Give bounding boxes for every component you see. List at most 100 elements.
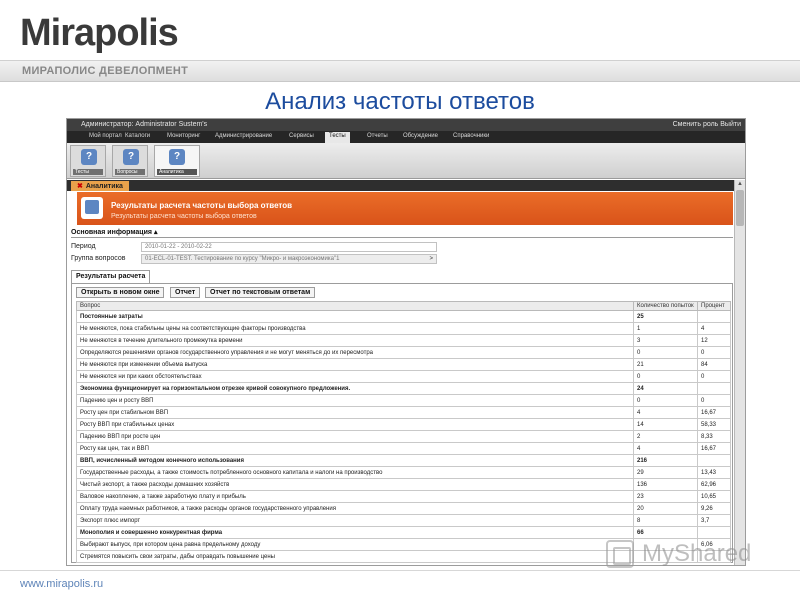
period-label: Период [71,243,96,250]
toolbar-tests-button[interactable]: ? Тесты [70,145,106,177]
change-role-link[interactable]: Сменить роль Выйти [673,121,741,128]
percent-cell: 8,33 [697,430,731,443]
question-cell: Падению ВВП при росте цен [76,430,634,443]
scroll-up-icon[interactable]: ▲ [737,181,743,187]
table-row[interactable]: Росту как цен, так и ВВП 4 16,67 [76,442,731,455]
table-row[interactable]: ВВП, исчисленный методом конечного испол… [76,454,731,467]
percent-cell: 0 [697,346,731,359]
question-cell: Не меняются при изменении объема выпуска [76,358,634,371]
table-row[interactable]: Не меняются в течение длительного промеж… [76,334,731,347]
nav-item-catalogs[interactable]: Каталоги [125,133,150,139]
attempts-cell: 29 [633,466,698,479]
column-header-percent[interactable]: Процент [697,301,731,311]
table-row[interactable]: Валовое накопление, а также заработную п… [76,490,731,503]
collapse-arrow-icon: ▴ [153,229,158,236]
table-row[interactable]: Не меняются ни при каких обстоятельствах… [76,370,731,383]
vertical-scrollbar[interactable]: ▲ [734,180,745,565]
myshared-watermark: MyShared [606,538,766,572]
period-field[interactable]: 2010-01-22 - 2010-02-22 [141,242,437,252]
page-header-title: Результаты расчета частоты выбора ответо… [111,201,293,210]
percent-cell [697,526,731,539]
footer-url[interactable]: www.mirapolis.ru [20,578,103,590]
percent-cell: 13,43 [697,466,731,479]
app-screenshot: Администратор: Administrator Sustem's См… [66,118,746,566]
analytics-icon: ? [169,149,185,165]
attempts-cell: 0 [633,394,698,407]
percent-cell [697,310,731,323]
close-icon[interactable]: ✖ [77,183,83,190]
nav-item-services[interactable]: Сервисы [289,133,314,139]
table-row[interactable]: Падению цен и росту ВВП 0 0 [76,394,731,407]
toolbar-questions-label: Вопросы [115,169,145,175]
percent-cell [697,454,731,467]
table-header-row: Вопрос Количество попыток Процент [76,301,731,311]
attempts-cell: 66 [633,526,698,539]
tab-results[interactable]: Результаты расчета [71,270,151,283]
divider [71,237,733,238]
toolbar-analytics-button[interactable]: ? Аналитика [154,145,200,177]
column-header-attempts[interactable]: Количество попыток [633,301,698,311]
questions-icon: ? [123,149,139,165]
attempts-cell: 14 [633,418,698,431]
nav-item-monitoring[interactable]: Мониторинг [167,133,200,139]
analytics-header-icon [81,197,103,219]
footer-divider [0,570,800,571]
table-row[interactable]: Росту цен при стабильном ВВП 4 16,67 [76,406,731,419]
admin-label: Администратор: Administrator Sustem's [81,121,208,128]
table-row[interactable]: Постоянные затраты 25 [76,310,731,323]
percent-cell: 16,67 [697,442,731,455]
open-new-window-button[interactable]: Открыть в новом окне [76,287,165,298]
question-cell: Росту ВВП при стабильных ценах [76,418,634,431]
table-row[interactable]: Государственные расходы, а также стоимос… [76,466,731,479]
percent-cell: 9,26 [697,502,731,515]
table-row[interactable]: Монополия и совершенно конкурентная фирм… [76,526,731,539]
toolbar-questions-button[interactable]: ? Вопросы [112,145,148,177]
attempts-cell: 25 [633,310,698,323]
scrollbar-thumb[interactable] [736,190,744,226]
tab-analytics-label: Аналитика [85,183,123,190]
table-row[interactable]: Росту ВВП при стабильных ценах 14 58,33 [76,418,731,431]
nav-item-tests[interactable]: Тесты [325,132,350,143]
nav-item-portal[interactable]: Мой портал [89,133,122,139]
table-row[interactable]: Не меняются при изменении объема выпуска… [76,358,731,371]
tab-analytics[interactable]: ✖ Аналитика [71,181,129,191]
question-group-label: Группа вопросов [71,255,126,262]
main-info-heading[interactable]: Основная информация ▴ [71,228,157,236]
page-header-subtitle: Результаты расчета частоты выбора ответо… [111,213,257,220]
results-table: Вопрос Количество попыток Процент Постоя… [76,301,731,563]
table-row[interactable]: Определяются решениями органов государст… [76,346,731,359]
report-button[interactable]: Отчет [170,287,201,298]
chevron-right-icon[interactable]: > [429,256,433,262]
percent-cell [697,382,731,395]
text-answers-report-button[interactable]: Отчет по текстовым ответам [205,287,316,298]
results-panel: Открыть в новом окне Отчет Отчет по текс… [71,283,733,563]
table-row[interactable]: Экономика функционирует на горизонтально… [76,382,731,395]
percent-cell: 16,67 [697,406,731,419]
table-row[interactable]: Падению ВВП при росте цен 2 8,33 [76,430,731,443]
question-cell: Чистый экспорт, а также расходы домашних… [76,478,634,491]
section-tabbar: ✖ Аналитика [67,180,735,191]
myshared-logo-icon [606,540,634,568]
question-group-field[interactable]: 01-ECL-01-TEST. Тестирование по курсу "М… [141,254,437,264]
table-row[interactable]: Чистый экспорт, а также расходы домашних… [76,478,731,491]
toolbar-analytics-label: Аналитика [157,169,197,175]
attempts-cell: 4 [633,442,698,455]
question-cell: Стремятся повысить свои затраты, дабы оп… [76,550,634,563]
column-header-question[interactable]: Вопрос [76,301,634,311]
attempts-cell: 8 [633,514,698,527]
percent-cell: 0 [697,370,731,383]
table-row[interactable]: Оплату труда наемных работников, а также… [76,502,731,515]
question-cell: Определяются решениями органов государст… [76,346,634,359]
nav-item-reports[interactable]: Отчеты [367,133,388,139]
question-cell: Экономика функционирует на горизонтально… [76,382,634,395]
question-cell: Не меняются, пока стабильны цены на соот… [76,322,634,335]
question-cell: Монополия и совершенно конкурентная фирм… [76,526,634,539]
attempts-cell: 21 [633,358,698,371]
percent-cell: 62,96 [697,478,731,491]
table-row[interactable]: Не меняются, пока стабильны цены на соот… [76,322,731,335]
mirapolis-logo: Mirapolis [20,12,179,54]
nav-item-administration[interactable]: Администрирование [215,133,272,139]
nav-item-directories[interactable]: Справочники [453,133,489,139]
nav-item-discussion[interactable]: Обсуждение [403,133,438,139]
table-row[interactable]: Экспорт плюс импорт 8 3,7 [76,514,731,527]
